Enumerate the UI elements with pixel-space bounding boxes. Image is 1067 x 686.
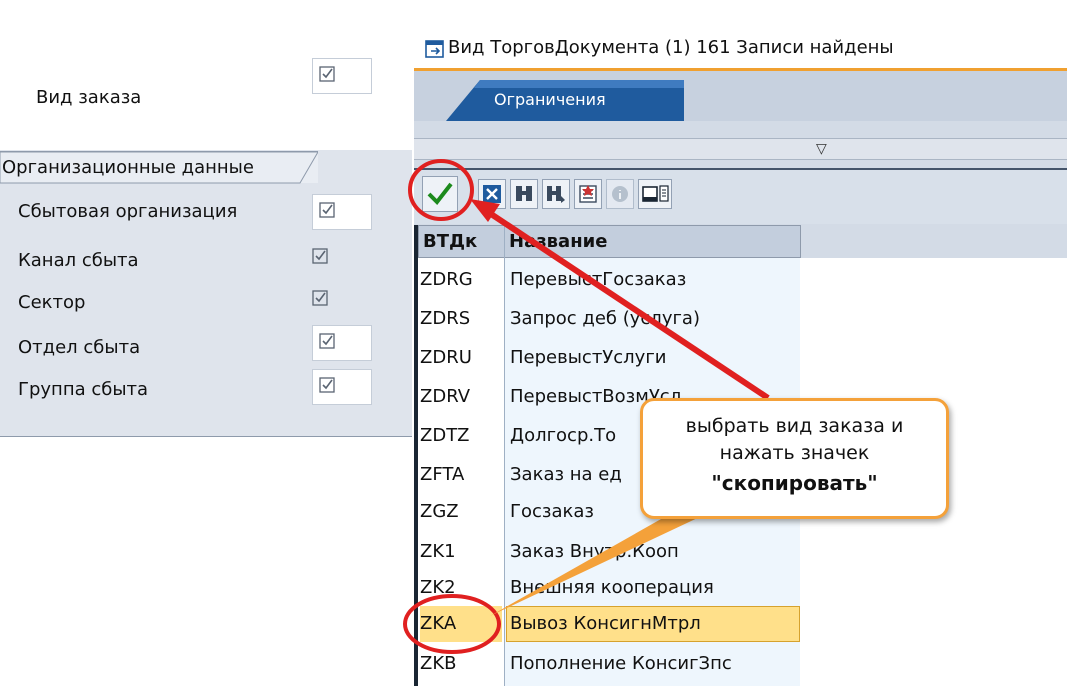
column-header-name[interactable]: Название	[504, 225, 801, 258]
copy-checkmark-icon	[427, 182, 453, 206]
sales-org-checkbox[interactable]	[312, 194, 372, 230]
row-name: Запрос деб (услуга)	[510, 308, 700, 329]
find-next-icon	[547, 186, 565, 203]
info-icon	[612, 186, 628, 202]
row-name: Вывоз КонсигнМтрл	[510, 613, 701, 634]
checkbox-check-icon	[319, 66, 335, 82]
row-code: ZDRV	[420, 386, 471, 407]
org-row-label: Сбытовая организация	[18, 201, 238, 222]
restrictions-collapse-bar[interactable]: ▽	[414, 138, 1067, 160]
sales-group-checkbox[interactable]	[312, 369, 372, 405]
instruction-callout: выбрать вид заказа и нажать значек "скоп…	[640, 398, 949, 519]
dialog-toolbar	[414, 168, 1067, 224]
print-button[interactable]	[638, 179, 672, 209]
order-type-checkbox[interactable]	[312, 58, 372, 94]
cancel-button[interactable]	[478, 179, 506, 209]
dialog-title-bar: Вид ТорговДокумента (1) 161 Записи найде…	[414, 31, 1067, 71]
row-name: Долгоср.То	[510, 425, 617, 446]
find-icon	[516, 186, 532, 201]
multi-select-icon	[579, 185, 597, 203]
expand-triangle-icon[interactable]: ▽	[816, 141, 827, 157]
row-code: ZK2	[420, 577, 456, 598]
row-code: ZDTZ	[420, 425, 470, 446]
cancel-icon	[483, 185, 501, 203]
row-name: Заказ на ед	[510, 464, 622, 485]
row-code: ZFTA	[420, 464, 465, 485]
dialog-title: Вид ТорговДокумента (1) 161 Записи найде…	[448, 37, 894, 58]
print-icon	[642, 185, 669, 202]
tab-restrictions-label: Ограничения	[494, 90, 606, 109]
divider	[0, 436, 412, 437]
org-row-label: Отдел сбыта	[18, 337, 141, 358]
row-name: ПеревыстГосзаказ	[510, 269, 687, 290]
row-code: ZKB	[420, 653, 457, 674]
org-row-label: Канал сбыта	[18, 250, 139, 271]
row-code: ZK1	[420, 541, 456, 562]
org-row-label: Группа сбыта	[18, 379, 149, 400]
row-name: Внешняя кооперация	[510, 577, 714, 598]
info-button[interactable]	[606, 179, 634, 209]
row-name: Заказ Внутр.Кооп	[510, 541, 679, 562]
row-code: ZDRU	[420, 347, 472, 368]
callout-line-2: нажать значек	[719, 442, 870, 464]
find-next-button[interactable]	[542, 179, 570, 209]
column-header-name-label: Название	[509, 231, 608, 252]
callout-line-1: выбрать вид заказа и	[685, 415, 904, 437]
copy-button[interactable]	[422, 176, 458, 212]
row-code: ZGZ	[420, 501, 459, 522]
column-header-code[interactable]: ВТДк	[418, 225, 505, 258]
channel-checkbox[interactable]	[312, 244, 342, 274]
column-separator	[504, 225, 505, 686]
callout-line-3: "скопировать"	[711, 471, 878, 495]
checkbox-check-icon	[319, 333, 335, 349]
checkbox-check-icon	[312, 248, 328, 264]
grid-left-edge	[414, 225, 418, 686]
order-type-label: Вид заказа	[36, 87, 142, 108]
row-code: ZDRG	[420, 269, 473, 290]
sales-office-checkbox[interactable]	[312, 325, 372, 361]
org-row-label: Сектор	[18, 292, 86, 313]
checkbox-check-icon	[319, 377, 335, 393]
column-header-code-label: ВТДк	[423, 231, 478, 252]
tab-restrictions[interactable]: Ограничения	[446, 80, 684, 121]
division-checkbox[interactable]	[312, 286, 342, 316]
dialog-window-icon	[425, 40, 444, 58]
row-name: Пополнение КонсигЗпс	[510, 653, 732, 674]
row-name: ПеревыстУслуги	[510, 347, 667, 368]
org-data-tab[interactable]: Организационные данные	[0, 151, 318, 184]
org-data-tab-label: Организационные данные	[2, 157, 254, 178]
row-name: Госзаказ	[510, 501, 594, 522]
find-button[interactable]	[510, 179, 538, 209]
checkbox-check-icon	[319, 202, 335, 218]
checkbox-check-icon	[312, 290, 328, 306]
row-code: ZDRS	[420, 308, 471, 329]
row-code: ZKA	[420, 613, 457, 634]
multi-select-button[interactable]	[574, 179, 602, 209]
